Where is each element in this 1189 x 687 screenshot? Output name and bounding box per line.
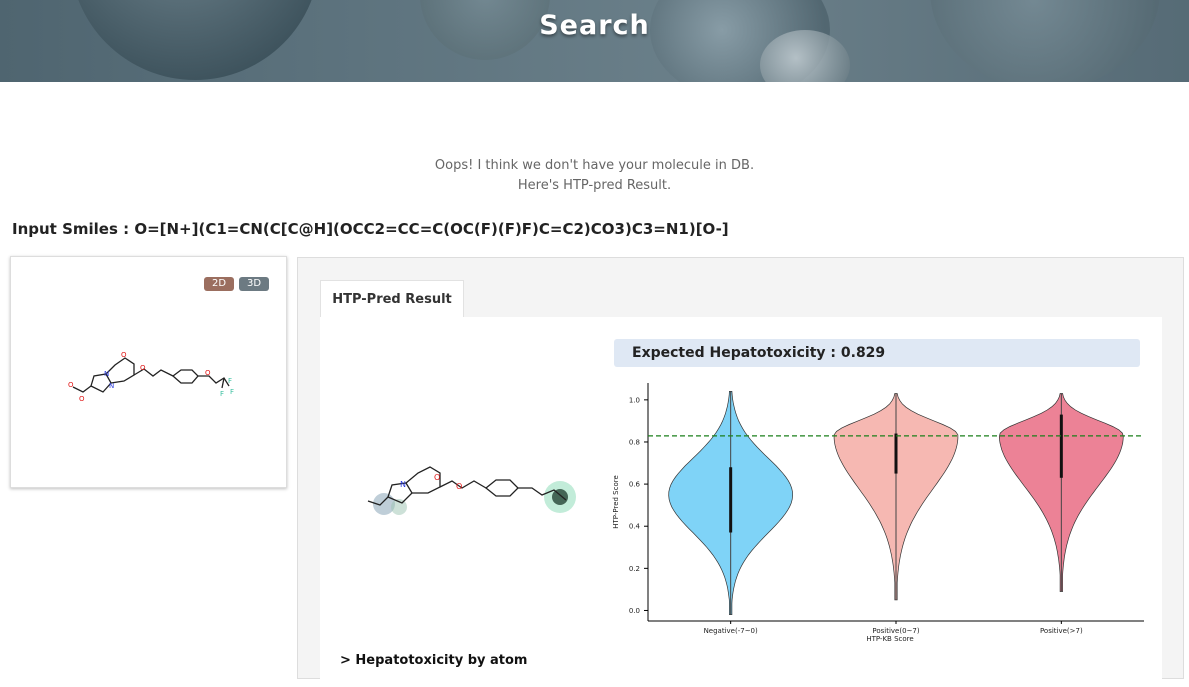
atom-label-n: N bbox=[109, 382, 114, 390]
x-tick-label: Positive(>7) bbox=[1040, 627, 1083, 635]
tab-content: O O N Expected Hepatotoxicity : 0.829 0.… bbox=[320, 317, 1162, 687]
atom-label-o: O bbox=[140, 364, 146, 372]
atom-label-f: F bbox=[230, 388, 234, 396]
y-tick-label: 1.0 bbox=[629, 396, 640, 404]
molecule-structure-image: N N O O O O O F F F bbox=[68, 351, 234, 403]
message-line-2: Here's HTP-pred Result. bbox=[517, 178, 672, 193]
tab-htp-pred-result[interactable]: HTP-Pred Result bbox=[320, 280, 464, 318]
hepatotoxicity-atom-map: O O N bbox=[367, 466, 576, 515]
message-line-1: Oops! I think we don't have your molecul… bbox=[434, 158, 755, 173]
x-tick-label: Negative(-7~0) bbox=[704, 627, 758, 635]
hero-banner: Search bbox=[0, 0, 1189, 82]
input-smiles-label: Input Smiles : O=[N+](C1=CN(C[C@H](OCC2=… bbox=[12, 220, 729, 238]
result-panel: HTP-Pred Result O O N Expected Hepatotox… bbox=[297, 257, 1184, 687]
violin-chart: 0.0 0.2 0.4 0.6 0.8 1.0 HTP-Pred Score HTP-KB S… bbox=[612, 383, 1144, 643]
expected-hepatotoxicity: Expected Hepatotoxicity : 0.829 bbox=[614, 339, 1140, 367]
atom-label-f: F bbox=[228, 377, 232, 385]
y-axis-label: HTP-Pred Score bbox=[612, 475, 620, 529]
atom-label-n: N bbox=[400, 480, 406, 489]
x-axis-label: HTP-KB Score bbox=[866, 635, 913, 643]
atom-label-n: N bbox=[104, 370, 109, 378]
y-tick-label: 0.6 bbox=[629, 481, 641, 489]
atom-label-o: O bbox=[121, 351, 127, 359]
x-tick-label: Positive(0~7) bbox=[872, 627, 919, 635]
y-tick-label: 0.4 bbox=[629, 523, 641, 531]
molecule-viewer: 2D 3D N N O O O O O F F F bbox=[10, 256, 287, 488]
atom-label-f: F bbox=[220, 390, 224, 398]
hepatotoxicity-by-atom-heading: > Hepatotoxicity by atom bbox=[340, 653, 528, 668]
atom-label-o: O bbox=[434, 473, 440, 482]
y-tick-label: 0.8 bbox=[629, 438, 640, 446]
atom-label-o: O bbox=[68, 381, 74, 389]
atom-label-o: O bbox=[79, 395, 85, 403]
y-tick-label: 0.0 bbox=[629, 607, 640, 615]
page-title: Search bbox=[539, 10, 650, 41]
atom-label-o: O bbox=[205, 369, 211, 377]
atom-label-o: O bbox=[456, 482, 462, 491]
not-found-message: Oops! I think we don't have your molecul… bbox=[0, 156, 1189, 196]
y-tick-label: 0.2 bbox=[629, 565, 640, 573]
